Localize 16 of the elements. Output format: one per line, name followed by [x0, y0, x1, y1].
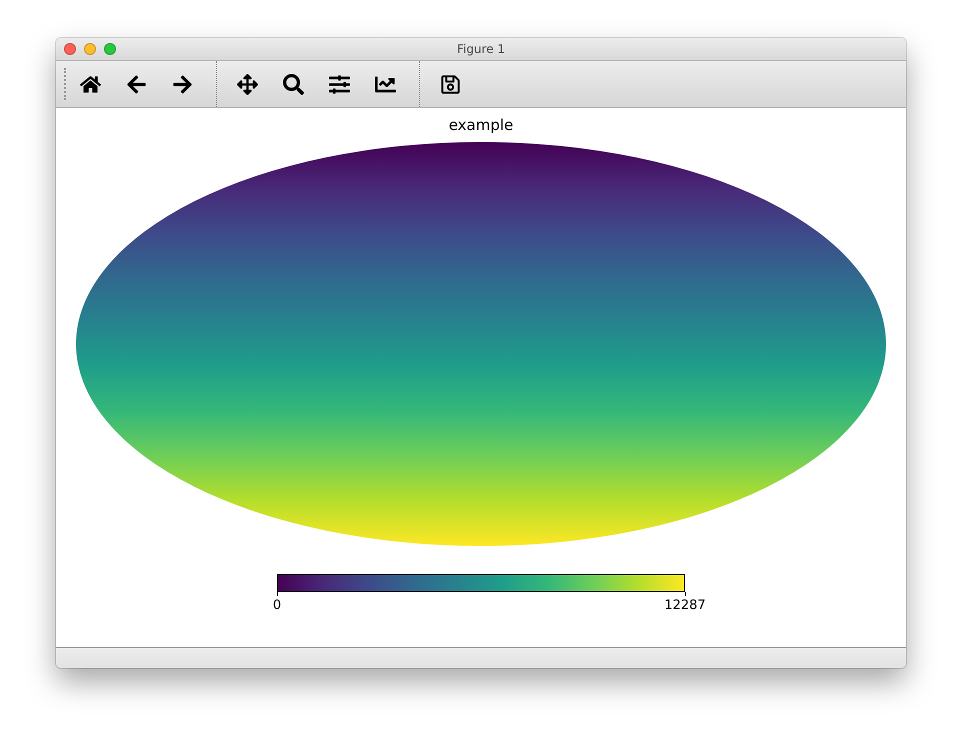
line-chart-icon — [374, 74, 396, 94]
zoom-window-button[interactable] — [104, 43, 116, 55]
tick-label: 12287 — [664, 598, 706, 613]
forward-arrow-icon — [172, 74, 192, 94]
home-icon — [80, 74, 100, 94]
move-icon — [236, 74, 258, 94]
search-icon — [282, 74, 304, 94]
back-arrow-icon — [126, 74, 146, 94]
sliders-icon — [328, 74, 350, 94]
tick-mark — [684, 592, 686, 596]
tick-label: 0 — [272, 598, 282, 613]
save-icon — [440, 74, 460, 94]
close-button[interactable] — [64, 43, 76, 55]
window-title: Figure 1 — [456, 42, 506, 56]
plot-title: example — [448, 116, 514, 134]
tick-mark — [276, 592, 278, 596]
